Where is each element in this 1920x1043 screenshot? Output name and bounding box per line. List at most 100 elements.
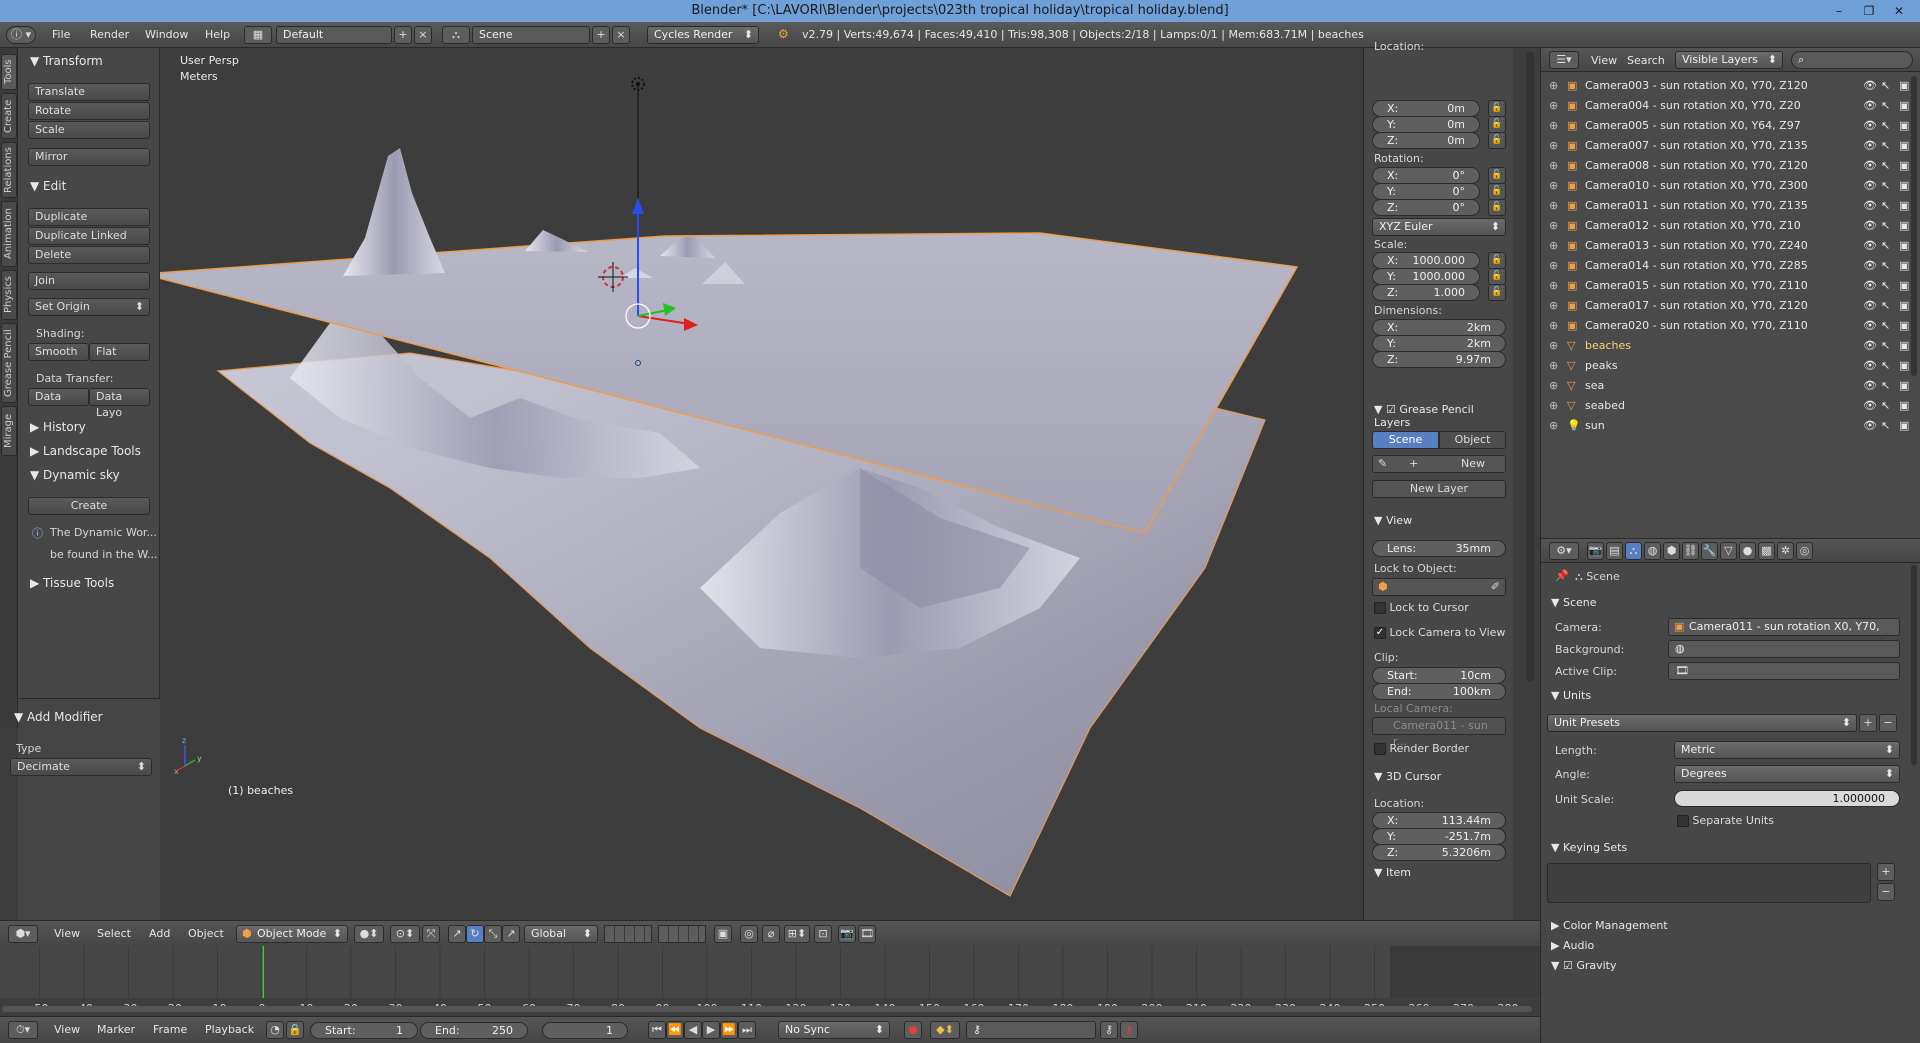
- outliner-scrollbar[interactable]: [1911, 76, 1917, 376]
- outliner-item[interactable]: ⊕ ▣ Camera003 - sun rotation X0, Y70, Z120…: [1541, 76, 1920, 96]
- screen-layout-field[interactable]: Default: [276, 26, 392, 44]
- manipulator-extra-icon[interactable]: ↗: [502, 925, 520, 943]
- transform-orientation-dropdown[interactable]: Global ⬍: [524, 925, 598, 943]
- eye-icon[interactable]: 👁: [1863, 376, 1877, 396]
- sync-mode-dropdown[interactable]: No Sync ⬍: [778, 1021, 890, 1039]
- translate-button[interactable]: Translate: [28, 83, 150, 101]
- 3d-viewport[interactable]: z y x User Persp Meters (1) beaches: [160, 48, 1363, 920]
- lock-icon[interactable]: 🔓: [1488, 100, 1506, 117]
- lock-layers-icon[interactable]: ▣: [714, 925, 732, 943]
- create-sky-button[interactable]: Create: [28, 497, 150, 515]
- render-camera-icon[interactable]: ▣: [1899, 316, 1909, 336]
- rotation-z-field[interactable]: Z: 0°: [1372, 199, 1480, 216]
- select-arrow-icon[interactable]: ↖: [1881, 96, 1890, 116]
- 3d-cursor-panel-header[interactable]: ▼ 3D Cursor: [1374, 770, 1441, 783]
- eye-icon[interactable]: 👁: [1863, 236, 1877, 256]
- outliner-item[interactable]: ⊕ ▣ Camera014 - sun rotation X0, Y70, Z285…: [1541, 256, 1920, 276]
- outliner-item[interactable]: ⊕ ▣ Camera012 - sun rotation X0, Y70, Z10 👁…: [1541, 216, 1920, 236]
- units-panel-header[interactable]: ▼ Units: [1551, 689, 1591, 702]
- unit-scale-field[interactable]: 1.000000: [1674, 790, 1900, 807]
- cursor-x-field[interactable]: X: 113.44m: [1372, 812, 1506, 829]
- outliner-item[interactable]: ⊕ ▣ Camera017 - sun rotation X0, Y70, Z120…: [1541, 296, 1920, 316]
- eye-icon[interactable]: 👁: [1863, 256, 1877, 276]
- lock-icon[interactable]: 🔓: [1488, 132, 1506, 149]
- add-scene-icon[interactable]: +: [592, 26, 610, 44]
- lock-range-icon[interactable]: 🔒: [286, 1021, 304, 1039]
- screen-layout-icon[interactable]: ▦: [244, 26, 272, 44]
- preview-range-icon[interactable]: ◔: [266, 1021, 284, 1039]
- close-button[interactable]: ✕: [1884, 0, 1914, 22]
- dimension-y-field[interactable]: Y: 2km: [1372, 335, 1506, 352]
- render-camera-icon[interactable]: ▣: [1899, 396, 1909, 416]
- view-panel-header[interactable]: ▼ View: [1374, 514, 1412, 527]
- new-layer-button[interactable]: New Layer: [1372, 480, 1506, 498]
- editor-type-info-icon[interactable]: ⓘ ▾: [6, 26, 36, 44]
- outliner-item[interactable]: ⊕ ▣ Camera008 - sun rotation X0, Y70, Z120…: [1541, 156, 1920, 176]
- jump-start-icon[interactable]: ⏮: [648, 1021, 666, 1039]
- render-camera-icon[interactable]: ▣: [1899, 116, 1909, 136]
- tab-grease-pencil[interactable]: Grease Pencil: [1, 323, 17, 403]
- snap-toggle-icon[interactable]: ⌀: [762, 925, 780, 943]
- scene-tab-icon[interactable]: ⛬: [1625, 542, 1642, 560]
- grease-pencil-panel-header[interactable]: ▼ ☑ Grease Pencil Layers: [1374, 403, 1513, 429]
- scene-panel-header[interactable]: ▼ Scene: [1551, 596, 1597, 609]
- keying-set-field[interactable]: ⚷: [966, 1021, 1096, 1039]
- render-camera-icon[interactable]: ▣: [1899, 276, 1909, 296]
- scene-field[interactable]: Scene: [472, 26, 590, 44]
- join-button[interactable]: Join: [28, 272, 150, 290]
- render-camera-icon[interactable]: ▣: [1899, 336, 1909, 356]
- end-frame-field[interactable]: End: 250: [420, 1022, 528, 1039]
- rotate-button[interactable]: Rotate: [28, 102, 150, 120]
- outliner-item[interactable]: ⊕ ▽ sea 👁 ↖ ▣: [1541, 376, 1920, 396]
- outliner-search-input[interactable]: ⌕: [1791, 51, 1913, 69]
- snap-target-icon[interactable]: ⊡: [814, 925, 832, 943]
- flat-button[interactable]: Flat: [89, 343, 150, 361]
- set-origin-dropdown[interactable]: Set Origin ⬍: [28, 298, 150, 316]
- smooth-button[interactable]: Smooth: [28, 343, 89, 361]
- render-camera-icon[interactable]: ▣: [1899, 356, 1909, 376]
- unit-presets-dropdown[interactable]: Unit Presets ⬍: [1547, 714, 1857, 732]
- eye-icon[interactable]: 👁: [1863, 116, 1877, 136]
- background-field[interactable]: ◍: [1668, 640, 1900, 658]
- modifiers-tab-icon[interactable]: 🔧: [1701, 542, 1718, 560]
- layer-buttons-group1[interactable]: [604, 925, 652, 943]
- object-tab-icon[interactable]: ⬢: [1663, 542, 1680, 560]
- 3d-menu-add[interactable]: Add: [149, 927, 170, 940]
- timeline-editor-icon[interactable]: ⏱▾: [8, 1021, 38, 1039]
- remove-scene-icon[interactable]: ×: [612, 26, 630, 44]
- edit-panel-header[interactable]: ▼ Edit: [30, 179, 66, 193]
- select-arrow-icon[interactable]: ↖: [1881, 256, 1890, 276]
- select-arrow-icon[interactable]: ↖: [1881, 176, 1890, 196]
- texture-tab-icon[interactable]: ▩: [1758, 542, 1775, 560]
- eye-icon[interactable]: 👁: [1863, 176, 1877, 196]
- record-icon[interactable]: ●: [904, 1021, 922, 1039]
- pivot-point-icon[interactable]: ⊙⬍: [390, 925, 420, 943]
- gp-object-tab[interactable]: Object: [1439, 431, 1506, 449]
- eye-icon[interactable]: 👁: [1863, 316, 1877, 336]
- snap-element-icon[interactable]: ⊞⬍: [784, 925, 810, 943]
- particles-tab-icon[interactable]: ✲: [1777, 542, 1794, 560]
- eye-icon[interactable]: 👁: [1863, 76, 1877, 96]
- outliner-item[interactable]: ⊕ ▣ Camera007 - sun rotation X0, Y70, Z135…: [1541, 136, 1920, 156]
- tab-mirage[interactable]: Mirage: [1, 406, 17, 456]
- clip-end-field[interactable]: End: 100km: [1372, 683, 1506, 700]
- scene-icon[interactable]: ⛬: [442, 26, 470, 44]
- rotation-mode-dropdown[interactable]: XYZ Euler ⬍: [1372, 218, 1506, 236]
- data-button[interactable]: Data: [28, 388, 89, 406]
- dimension-x-field[interactable]: X: 2km: [1372, 319, 1506, 336]
- eye-icon[interactable]: 👁: [1863, 356, 1877, 376]
- scale-button[interactable]: Scale: [28, 121, 150, 139]
- tab-physics[interactable]: Physics: [1, 270, 17, 320]
- timeline-menu-frame[interactable]: Frame: [153, 1023, 187, 1036]
- location-z-field[interactable]: Z: 0m: [1372, 132, 1480, 149]
- outliner-item[interactable]: ⊕ 💡 sun 👁 ↖ ▣: [1541, 416, 1920, 436]
- duplicate-button[interactable]: Duplicate: [28, 208, 150, 226]
- translate-manipulator-icon[interactable]: ↗: [448, 925, 466, 943]
- proportional-edit-icon[interactable]: ◎: [740, 925, 758, 943]
- tab-tools[interactable]: Tools: [1, 54, 17, 90]
- eye-icon[interactable]: 👁: [1863, 396, 1877, 416]
- lock-icon[interactable]: 🔓: [1488, 284, 1506, 301]
- history-panel-header[interactable]: ▶ History: [30, 420, 86, 434]
- lock-icon[interactable]: 🔓: [1488, 268, 1506, 285]
- render-camera-icon[interactable]: ▣: [1899, 416, 1909, 436]
